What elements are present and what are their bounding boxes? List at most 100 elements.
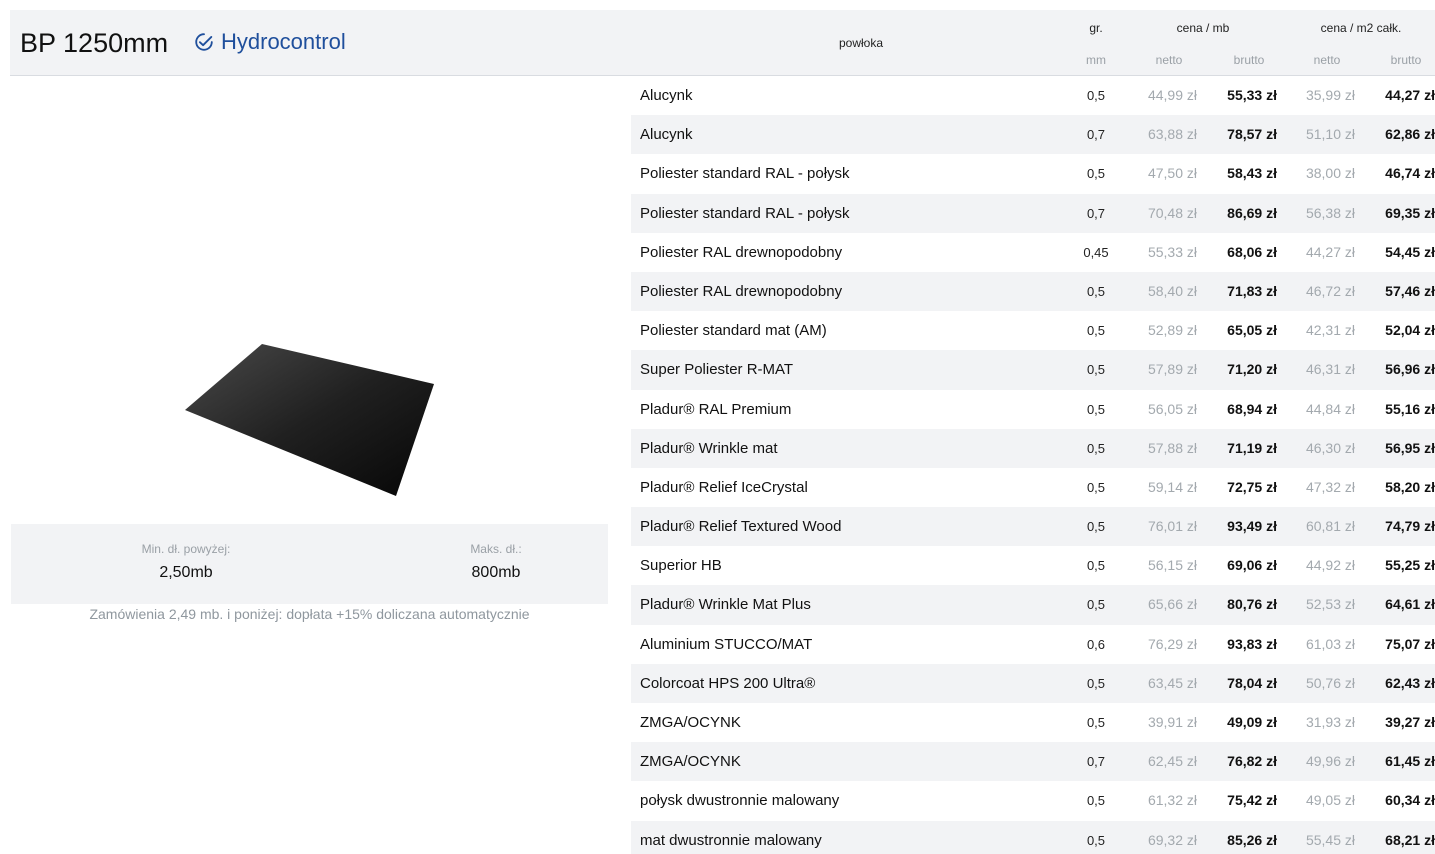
header-price-mb: cena / mb: [1176, 21, 1230, 35]
product-title: BP 1250mm: [20, 28, 169, 58]
coating-name: Colorcoat HPS 200 Ultra®: [640, 674, 816, 692]
coating-name: ZMGA/OCYNK: [640, 753, 741, 771]
table-row[interactable]: Poliester standard RAL - połysk 0,7 70,48 …: [631, 193, 1435, 233]
thickness-value: 0,5: [1086, 558, 1106, 574]
hydrocontrol-badge[interactable]: Hydrocontrol: [193, 29, 346, 55]
header-gross-mb: brutto: [1233, 53, 1265, 67]
header-net-m2: netto: [1313, 53, 1341, 67]
header-thickness: gr.: [1089, 21, 1103, 35]
header-price-m2: cena / m2 całk.: [1320, 21, 1402, 35]
table-row[interactable]: Alucynk 0,5 44,99 zł 55,33 zł 35,99 zł 44,27 …: [631, 76, 1435, 115]
coating-name: Pladur® Relief Textured Wood: [640, 518, 842, 536]
net-price-m2: 49,96 zł: [1305, 753, 1355, 770]
max-length: Maks. dł.: 800mb: [416, 542, 576, 582]
gross-price-mb: 49,09 zł: [1227, 714, 1277, 730]
gross-price-m2: 54,45 zł: [1385, 243, 1435, 260]
coating-name: Super Poliester R-MAT: [640, 361, 794, 379]
table-row[interactable]: połysk dwustronnie malowany 0,5 61,32 zł 75…: [631, 781, 1435, 820]
net-price-m2: 44,84 zł: [1305, 400, 1355, 417]
table-row[interactable]: Aluminium STUCCO/MAT 0,6 76,29 zł 93,83 zł 6…: [631, 625, 1435, 664]
gross-price-m2: 61,45 zł: [1385, 753, 1435, 770]
net-price-mb: 56,05 zł: [1147, 400, 1197, 417]
table-row[interactable]: Pladur® Relief IceCrystal 0,5 59,14 zł 72,7…: [631, 468, 1435, 507]
table-row[interactable]: Poliester RAL drewnopodobny 0,5 58,40 zł 71…: [631, 271, 1435, 312]
table-row[interactable]: Pladur® Wrinkle mat 0,5 57,88 zł 71,19 zł 46…: [631, 428, 1435, 468]
coating-name: Poliester standard RAL - połysk: [640, 165, 850, 183]
thickness-value: 0,45: [1083, 244, 1109, 260]
gross-price-m2: 55,16 zł: [1385, 400, 1435, 417]
gross-price-m2: 69,35 zł: [1385, 204, 1435, 221]
table-row[interactable]: Pladur® Wrinkle Mat Plus 0,5 65,66 zł 80,76…: [631, 585, 1435, 625]
header-mm: mm: [1086, 53, 1106, 67]
net-price-mb: 55,33 zł: [1147, 243, 1197, 260]
net-price-m2: 55,45 zł: [1305, 831, 1355, 848]
net-price-m2: 46,31 zł: [1305, 361, 1355, 378]
table-row[interactable]: Pladur® Relief Textured Wood 0,5 76,01 zł 9…: [631, 507, 1435, 547]
coating-name: mat dwustronnie malowany: [640, 831, 822, 849]
thickness-value: 0,5: [1086, 323, 1106, 339]
net-price-mb: 57,88 zł: [1147, 439, 1197, 456]
table-row[interactable]: ZMGA/OCYNK 0,7 62,45 zł 76,82 zł 49,96 zł 61,…: [631, 742, 1435, 782]
min-length-value: 2,50mb: [159, 564, 213, 581]
coating-name: Poliester standard RAL - połysk: [640, 204, 850, 222]
coating-name: Pladur® RAL Premium: [640, 400, 792, 418]
gross-price-mb: 55,33 zł: [1227, 87, 1277, 103]
net-price-m2: 52,53 zł: [1305, 596, 1355, 613]
gross-price-m2: 62,86 zł: [1385, 126, 1435, 143]
net-price-m2: 38,00 zł: [1305, 165, 1355, 182]
thickness-value: 0,5: [1086, 283, 1106, 299]
gross-price-m2: 68,21 zł: [1385, 831, 1435, 848]
net-price-mb: 59,14 zł: [1147, 478, 1197, 495]
table-row[interactable]: Pladur® RAL Premium 0,5 56,05 zł 68,94 zł 44…: [631, 390, 1435, 429]
table-row[interactable]: Superior HB 0,5 56,15 zł 69,06 zł 44,92 zł 55…: [631, 546, 1435, 585]
thickness-value: 0,5: [1086, 401, 1106, 417]
net-price-m2: 61,03 zł: [1305, 635, 1355, 652]
net-price-mb: 56,15 zł: [1147, 557, 1197, 574]
min-length: Min. dł. powyżej: 2,50mb: [106, 542, 266, 582]
net-price-mb: 76,29 zł: [1147, 635, 1197, 652]
gross-price-mb: 75,42 zł: [1227, 792, 1277, 809]
coating-name: Pladur® Wrinkle Mat Plus: [640, 596, 811, 614]
table-header: powłoka gr. cena / mb cena / m2 całk. mm…: [631, 10, 1435, 76]
table-row[interactable]: Poliester standard RAL - połysk 0,5 47,50 …: [631, 154, 1435, 193]
table-row[interactable]: ZMGA/OCYNK 0,5 39,91 zł 49,09 zł 31,93 zł 39,…: [631, 703, 1435, 742]
thickness-value: 0,5: [1086, 440, 1106, 456]
thickness-value: 0,5: [1086, 166, 1106, 182]
table-row[interactable]: Poliester standard mat (AM) 0,5 52,89 zł 65…: [631, 311, 1435, 350]
table-row[interactable]: Poliester RAL drewnopodobny 0,45 55,33 zł 6…: [631, 233, 1435, 272]
net-price-m2: 56,38 zł: [1305, 204, 1355, 221]
table-row[interactable]: Super Poliester R-MAT 0,5 57,89 zł 71,20 zł…: [631, 350, 1435, 390]
gross-price-mb: 71,19 zł: [1227, 439, 1277, 456]
table-row[interactable]: mat dwustronnie malowany 0,5 69,32 zł 85,26…: [631, 820, 1435, 854]
table-body: Alucynk 0,5 44,99 zł 55,33 zł 35,99 zł 44,27 …: [631, 76, 1435, 854]
thickness-value: 0,7: [1086, 205, 1106, 221]
thickness-value: 0,6: [1086, 636, 1106, 652]
max-length-label: Maks. dł.:: [470, 542, 522, 556]
gross-price-m2: 39,27 zł: [1385, 714, 1435, 730]
gross-price-m2: 44,27 zł: [1385, 87, 1435, 103]
table-row[interactable]: Colorcoat HPS 200 Ultra® 0,5 63,45 zł 78,04…: [631, 663, 1435, 703]
net-price-m2: 42,31 zł: [1305, 322, 1355, 339]
surcharge-note: Zamówienia 2,49 mb. i poniżej: dopłata +…: [89, 606, 530, 622]
net-price-m2: 60,81 zł: [1305, 518, 1355, 535]
table-row[interactable]: Alucynk 0,7 63,88 zł 78,57 zł 51,10 zł 62,86 …: [631, 115, 1435, 155]
net-price-mb: 76,01 zł: [1147, 518, 1197, 535]
hydrocontrol-label: Hydrocontrol: [221, 29, 346, 54]
gross-price-mb: 93,49 zł: [1227, 518, 1277, 535]
thickness-value: 0,7: [1086, 754, 1106, 770]
coating-name: Poliester standard mat (AM): [640, 322, 827, 340]
thickness-value: 0,5: [1086, 715, 1106, 730]
gross-price-m2: 56,95 zł: [1385, 439, 1435, 456]
thickness-value: 0,5: [1086, 362, 1106, 378]
net-price-mb: 63,88 zł: [1147, 126, 1197, 143]
coating-name: Pladur® Relief IceCrystal: [640, 478, 808, 496]
gross-price-mb: 85,26 zł: [1227, 831, 1277, 848]
min-length-label: Min. dł. powyżej:: [141, 542, 231, 556]
thickness-value: 0,5: [1086, 597, 1106, 613]
gross-price-mb: 68,06 zł: [1227, 243, 1277, 260]
gross-price-mb: 58,43 zł: [1227, 165, 1277, 182]
net-price-mb: 39,91 zł: [1147, 714, 1197, 730]
net-price-m2: 50,76 zł: [1305, 674, 1355, 691]
coating-name: Superior HB: [640, 557, 722, 575]
gross-price-m2: 58,20 zł: [1385, 478, 1435, 495]
